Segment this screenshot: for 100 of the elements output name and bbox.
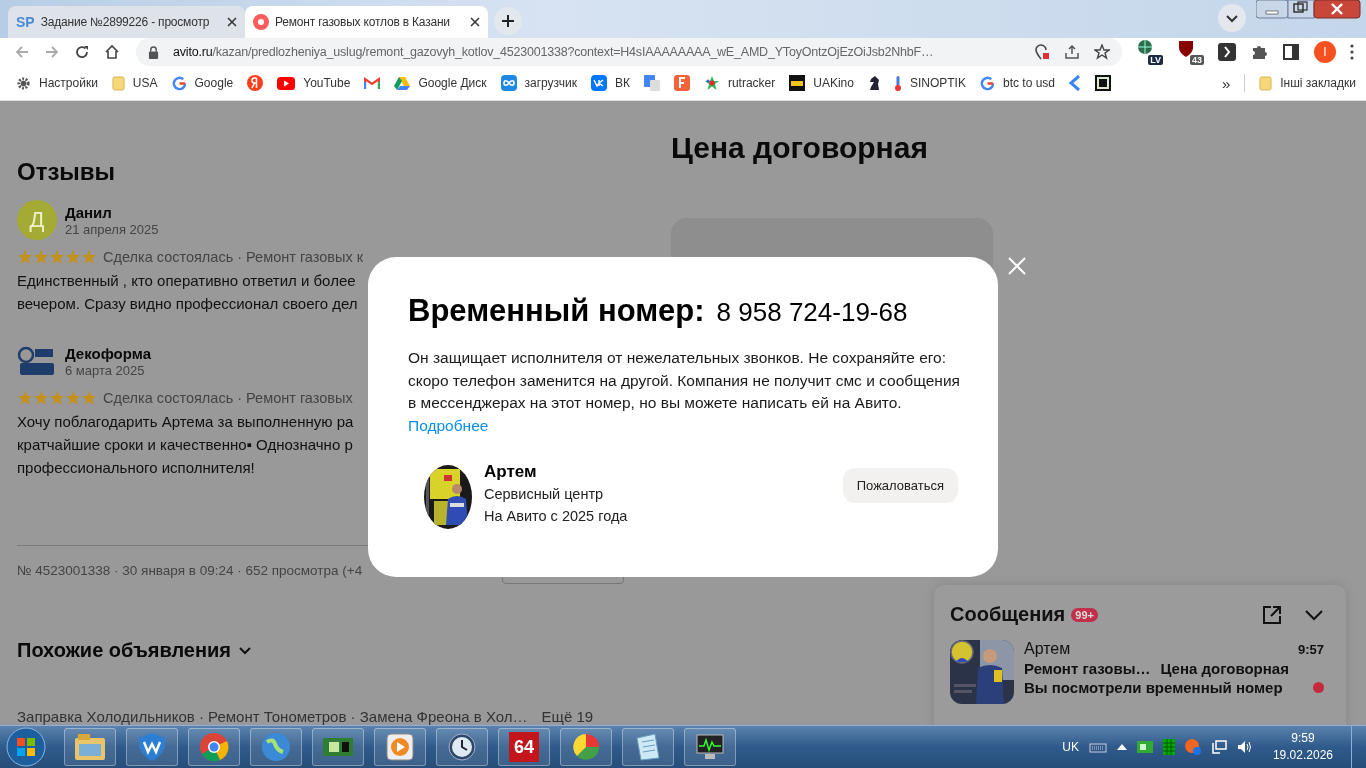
- start-button-icon[interactable]: [6, 727, 46, 767]
- browser-tab[interactable]: SP Задание №2899226 - просмотр: [8, 6, 245, 38]
- bookmark[interactable]: [867, 75, 880, 91]
- reload-icon[interactable]: [74, 44, 90, 60]
- app-badge: 64: [509, 732, 539, 762]
- app-icon: [673, 75, 690, 91]
- blocked-location-icon[interactable]: [1034, 44, 1050, 60]
- chevron-icon: [1069, 75, 1081, 91]
- section-title[interactable]: Похожие объявления: [17, 639, 232, 662]
- bookmark[interactable]: UAKino: [789, 75, 854, 91]
- input-language[interactable]: UK: [1062, 740, 1079, 754]
- bookmark[interactable]: btc to usd: [979, 75, 1055, 91]
- network-icon[interactable]: [1210, 739, 1227, 755]
- open-external-icon[interactable]: [1262, 604, 1282, 625]
- bookmark[interactable]: rutracker: [703, 75, 776, 91]
- show-hidden-icons-icon[interactable]: [1116, 744, 1127, 750]
- keyboard-icon[interactable]: [1088, 741, 1107, 753]
- star-icon: [703, 75, 720, 91]
- mail-icon: [364, 77, 381, 89]
- media-player-icon: [385, 732, 415, 762]
- bookmark-label: загрузчик: [524, 76, 577, 90]
- vk-icon: [590, 75, 607, 91]
- bookmark[interactable]: USA: [111, 75, 158, 91]
- folder-icon: [111, 75, 125, 91]
- bookmark-label: SINOPTIK: [909, 76, 966, 90]
- reviewer-name[interactable]: Данил: [65, 203, 159, 221]
- chat-item[interactable]: Артем 9:57 Ремонт газовы… Цена договорная Вы посмотрели временный номер: [950, 640, 1324, 704]
- more-link[interactable]: Подробнее: [408, 416, 489, 434]
- bookmark-star-icon[interactable]: [1094, 44, 1110, 60]
- bookmark-label: Інші закладки: [1280, 76, 1356, 90]
- window-controls-drawing[interactable]: [1256, 0, 1362, 20]
- taskbar-app[interactable]: [312, 728, 364, 766]
- youtube-icon: [277, 76, 296, 90]
- panel-title: Сообщения: [950, 603, 1066, 626]
- bookmark[interactable]: YouTube: [277, 76, 351, 90]
- bookmark[interactable]: [1095, 75, 1111, 91]
- chevron-down-icon[interactable]: [1218, 4, 1246, 32]
- bookmark[interactable]: ВК: [590, 75, 630, 91]
- menu-icon[interactable]: [1350, 44, 1354, 60]
- clock-date: 19.02.2026: [1272, 747, 1333, 764]
- extension-badge: 43: [1190, 55, 1204, 65]
- translate-icon: [643, 75, 660, 91]
- section-title: Отзывы: [17, 158, 117, 186]
- google-icon: [979, 75, 995, 91]
- chrome-icon: [199, 732, 229, 762]
- bookmark-label: UAKino: [813, 76, 854, 90]
- more-bookmarks[interactable]: »: [1221, 74, 1231, 92]
- seller-since: На Авито с 2025 года: [484, 507, 628, 526]
- bookmark[interactable]: загрузчик: [500, 75, 577, 91]
- review-text: вечером. Сразу видно профессионал своего дел: [17, 294, 358, 314]
- shield-icon: [137, 732, 167, 762]
- related-links[interactable]: Заправка Холодильников · Ремонт Тонометров · Замена Фреона в Хол…: [17, 708, 528, 725]
- tab-title: Задание №2899226 - просмотр: [40, 15, 211, 29]
- chip-icon[interactable]: [1136, 741, 1153, 753]
- chevron-down-icon[interactable]: [239, 646, 252, 655]
- site-favicon: SP: [16, 14, 35, 30]
- bookmark-label: ВК: [614, 76, 630, 90]
- address-bar[interactable]: avito.ru/kazan/predlozheniya_uslug/remont_gazovyh_kotlov_4523001338?context=H4sIAAAAAAAA_wE_AMD_YToyOntzOjEzOiJsb2NhbF…: [136, 38, 1122, 66]
- taskbar-app[interactable]: [684, 728, 736, 766]
- seller-name[interactable]: Артем: [484, 461, 628, 483]
- browser-tab[interactable]: Ремонт газовых котлов в Казани: [245, 6, 488, 38]
- bracket-extension-icon[interactable]: [1218, 43, 1236, 61]
- bookmark-label: USA: [132, 76, 158, 90]
- taskbar-app[interactable]: [436, 728, 488, 766]
- taskbar-clock[interactable]: 9:59 19.02.2026: [1272, 730, 1333, 764]
- clock-time: 9:59: [1291, 730, 1315, 747]
- reviewer-name[interactable]: Декоформа: [65, 344, 151, 362]
- home-icon[interactable]: [104, 44, 120, 60]
- chevron-down-icon[interactable]: [1304, 608, 1324, 621]
- listing-meta: № 4523001338 · 30 января в 09:24 · 652 просмотра (+4: [17, 562, 363, 578]
- price: Цена договорная: [671, 131, 929, 165]
- side-panel-icon[interactable]: [1282, 43, 1300, 61]
- taskbar-app[interactable]: 64: [498, 728, 550, 766]
- close-icon[interactable]: [470, 17, 480, 27]
- bookmark[interactable]: SINOPTIK: [893, 75, 966, 91]
- gear-icon: [16, 75, 31, 91]
- volume-icon[interactable]: [1236, 739, 1253, 755]
- review-text: Хочу поблагодарить Артема за выполненную ра: [17, 412, 354, 432]
- more-link[interactable]: Ещё 19: [541, 708, 594, 725]
- monitor-icon: [695, 732, 725, 762]
- chip-icon: [323, 735, 353, 759]
- other-bookmarks[interactable]: Інші закладки: [1259, 75, 1356, 91]
- review-date: 21 апреля 2025: [65, 221, 159, 237]
- google-icon: [171, 75, 187, 91]
- extensions-icon[interactable]: [1250, 43, 1268, 61]
- bookmark[interactable]: Google Диск: [394, 76, 487, 90]
- taskbar-app[interactable]: [126, 728, 178, 766]
- bookmark-label: Google Диск: [418, 76, 487, 90]
- drive-icon: [394, 76, 411, 90]
- globe-icon: [261, 732, 291, 762]
- close-icon[interactable]: [227, 17, 237, 27]
- share-icon[interactable]: [1064, 44, 1080, 60]
- film-icon: [789, 75, 806, 91]
- seller-type: Сервисный центр: [484, 485, 605, 504]
- report-button[interactable]: Пожаловаться: [842, 467, 958, 503]
- dialog-title: Временный номер:: [408, 293, 705, 329]
- review-text: Единственный , кто оперативно ответил и более: [17, 271, 356, 291]
- new-tab-icon[interactable]: [494, 7, 522, 35]
- bookmark[interactable]: Google: [171, 75, 234, 91]
- bookmark[interactable]: Настройки: [16, 75, 98, 91]
